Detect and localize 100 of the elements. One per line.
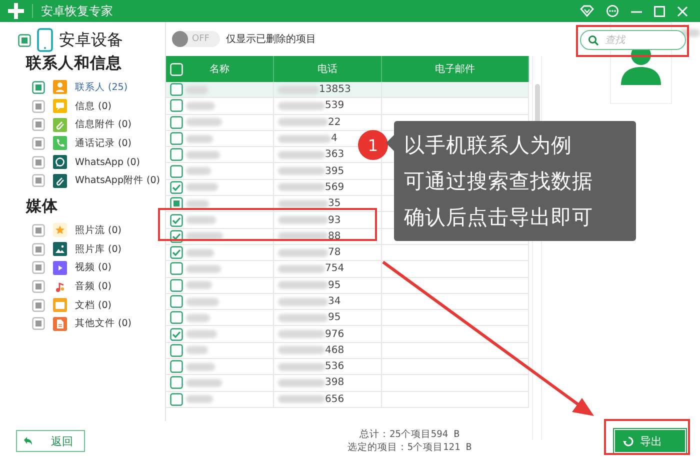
checkbox[interactable] [170,83,183,96]
blurred-number [278,330,325,338]
checkbox[interactable] [170,262,183,276]
blurred-name [186,281,212,290]
phone-digits: 539 [325,100,344,112]
blurred-number [278,86,319,94]
phone-digits: 88 [328,230,341,242]
blurred-number [278,183,325,192]
paperclip-icon [53,118,67,132]
device-label: 安卓设备 [59,30,123,50]
checkbox[interactable] [170,311,183,324]
phone-digits: 78 [328,247,341,258]
chat-icon[interactable] [606,4,619,18]
blurred-number [278,362,325,371]
paperclip-icon [53,174,67,188]
blurred-name [186,150,220,159]
phone-digits: 35 [328,198,341,210]
blurred-name [186,395,213,404]
blurred-name [186,264,221,273]
close-icon[interactable] [677,6,688,16]
phone-digits: 569 [325,182,344,193]
back-button[interactable]: 返回 [16,430,85,452]
logo-icon [8,3,24,19]
blurred-name [186,134,213,143]
checkbox[interactable] [170,197,183,210]
checkbox[interactable] [170,328,183,341]
phone-digits: 95 [328,280,341,291]
play-icon [53,260,67,275]
checkbox[interactable] [170,295,183,308]
blurred-name [186,362,215,371]
checkbox[interactable] [170,180,183,194]
checkbox[interactable] [170,99,183,112]
checkbox[interactable] [170,148,183,162]
blurred-number [278,216,328,224]
phone-digits: 395 [325,166,344,177]
blurred-number [278,167,325,176]
checkbox[interactable] [170,344,183,357]
blurred-number [278,264,325,273]
blurred-number [278,378,325,387]
phone-digits: 468 [325,344,344,356]
blurred-name [186,248,214,257]
checkbox[interactable] [18,34,31,46]
blurred-name [186,86,208,94]
callout-text: 确认后点击导出即可 [404,204,594,231]
phone-digits: 93 [328,214,341,226]
star-icon [53,223,67,238]
phone-icon [37,28,53,52]
step-badge: 1 [358,130,388,160]
phone-digits: 22 [328,116,341,128]
music-note-icon [53,280,67,294]
checkbox[interactable] [170,278,183,292]
diamond-icon[interactable] [580,5,594,17]
blurred-number [278,346,325,354]
maximize-icon[interactable] [654,6,665,16]
blurred-name [186,330,217,338]
back-arrow-icon [23,436,33,446]
blurred-number [278,102,325,110]
checkbox[interactable] [170,116,183,129]
blurred-number [278,200,328,208]
blurred-name [186,183,218,192]
blurred-number [278,118,328,126]
blurred-name [186,200,209,208]
blurred-number [278,298,328,306]
checkbox[interactable] [170,164,183,178]
refresh-icon [623,436,634,446]
checkbox[interactable] [170,246,183,260]
phone-digits: 656 [325,394,344,405]
sidebar-item[interactable]: 联系人 (25) [75,80,128,94]
phone-digits: 536 [325,361,344,372]
file-icon [53,316,67,331]
phone-digits: 754 [325,263,344,274]
image-icon [53,242,67,256]
checkbox[interactable] [170,376,183,390]
blurred-name [186,298,219,306]
blurred-number [278,281,328,290]
filter-label: 仅显示已删除的项目 [226,33,316,46]
summary-text: 选定的项目：5个项目121 B [347,441,472,454]
person-icon [53,80,67,94]
blurred-number [278,248,328,257]
blurred-name [186,378,222,387]
checkbox[interactable] [32,80,45,94]
checkbox[interactable] [170,132,183,146]
checkbox[interactable] [170,392,183,406]
checkbox[interactable] [170,214,183,227]
blurred-name [186,167,211,176]
phone-digits: 363 [325,149,344,160]
blurred-number [278,395,325,404]
phone-digits: 13853 [319,84,351,96]
phone-digits: 4 [331,133,338,144]
phone-digits: 95 [328,312,341,324]
callout-text: 可通过搜索查找数据 [404,168,594,195]
phone-digits: 34 [328,296,341,307]
blurred-number [278,314,328,322]
phone-digits: 398 [325,377,344,388]
checkbox[interactable] [170,360,183,374]
window-title: 安卓恢复专家 [32,4,113,18]
phone-digits: 976 [325,328,344,340]
search-field[interactable]: 查找 [580,30,686,50]
section-heading: 媒体 [24,196,58,218]
callout-text: 以手机联系人为例 [404,132,573,159]
